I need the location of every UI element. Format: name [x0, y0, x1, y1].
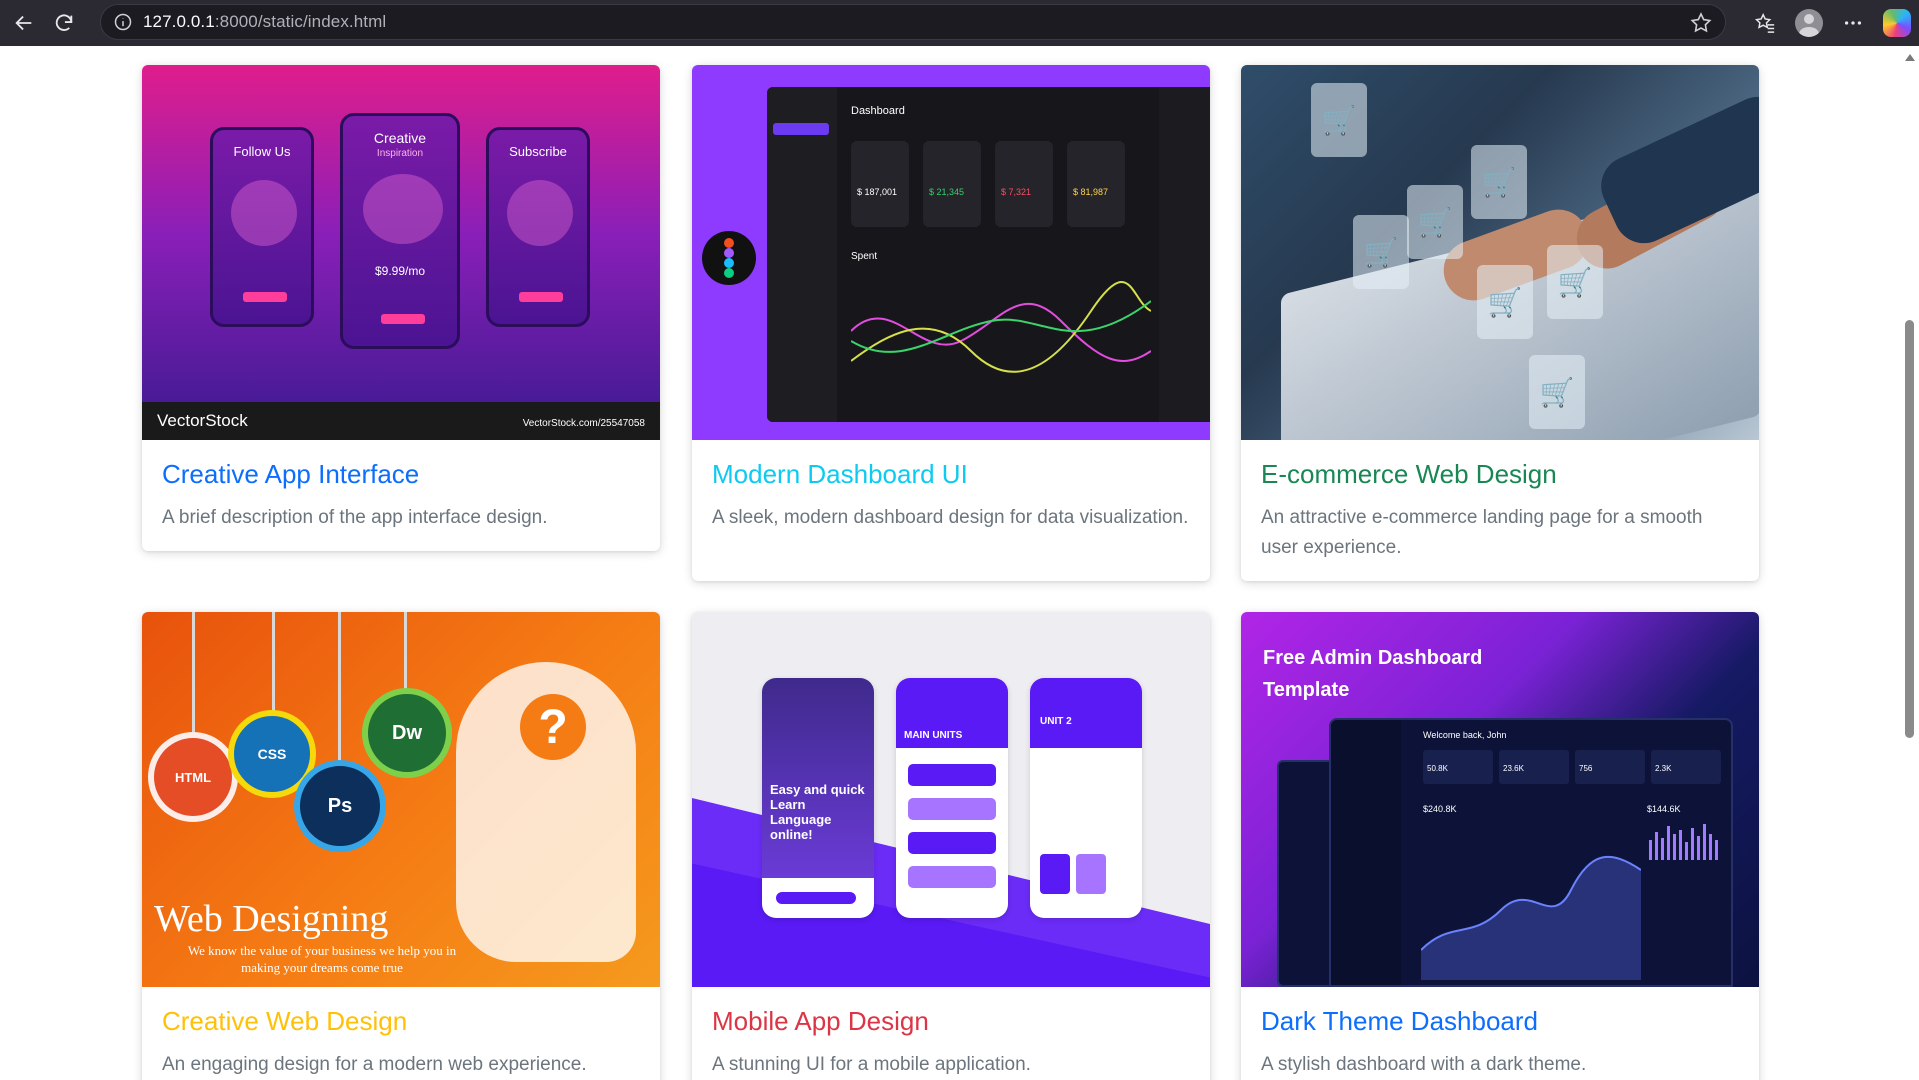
- bookmark-star-icon[interactable]: [1689, 11, 1713, 35]
- card-image: 🛒 🛒 🛒 🛒 🛒 🛒 🛒: [1241, 65, 1759, 440]
- card-e-commerce-web-design[interactable]: 🛒 🛒 🛒 🛒 🛒 🛒 🛒 E-commerce Web Design An a…: [1241, 65, 1759, 581]
- avatar: [1795, 9, 1823, 37]
- card-mobile-app-design[interactable]: Easy and quick Learn Language online! MA…: [692, 612, 1210, 1080]
- scroll-up-arrow-icon[interactable]: [1905, 54, 1915, 61]
- arrow-left-icon: [15, 15, 32, 31]
- card-dark-theme-dashboard[interactable]: Free Admin Dashboard Template Welcome ba…: [1241, 612, 1759, 1080]
- card-creative-web-design[interactable]: HTML CSS Ps Dw ? Web Designing We know t…: [142, 612, 660, 1080]
- shopping-cart-icon: 🛒: [1547, 245, 1603, 319]
- shopping-cart-icon: 🛒: [1407, 185, 1463, 259]
- card-description: An attractive e-commerce landing page fo…: [1261, 507, 1703, 558]
- card-description: An engaging design for a modern web expe…: [162, 1054, 587, 1075]
- browser-toolbar: 127.0.0.1:8000/static/index.html: [0, 0, 1919, 46]
- card-description: A stunning UI for a mobile application.: [712, 1054, 1031, 1075]
- card-title[interactable]: Dark Theme Dashboard: [1261, 1006, 1538, 1037]
- vertical-scrollbar[interactable]: [1900, 46, 1919, 1080]
- card-title[interactable]: Creative App Interface: [162, 459, 419, 490]
- card-image: Dashboard $ 187,001 $ 21,345 $ 7,321 $ 8…: [692, 65, 1210, 440]
- question-mark-icon: ?: [520, 694, 586, 760]
- copilot-icon: [1883, 9, 1911, 37]
- reload-button[interactable]: [44, 3, 84, 43]
- card-title[interactable]: E-commerce Web Design: [1261, 459, 1557, 490]
- back-button[interactable]: [4, 3, 44, 43]
- card-image: HTML CSS Ps Dw ? Web Designing We know t…: [142, 612, 660, 987]
- card-description: A sleek, modern dashboard design for dat…: [712, 507, 1189, 528]
- shopping-cart-icon: 🛒: [1477, 265, 1533, 339]
- card-creative-app-interface[interactable]: Follow Us Creative Inspiration $9.99/mo …: [142, 65, 660, 551]
- address-bar[interactable]: 127.0.0.1:8000/static/index.html: [100, 4, 1726, 40]
- card-description: A stylish dashboard with a dark theme.: [1261, 1054, 1587, 1075]
- shopping-cart-icon: 🛒: [1353, 215, 1409, 289]
- card-title[interactable]: Creative Web Design: [162, 1006, 407, 1037]
- url-text: 127.0.0.1:8000/static/index.html: [143, 12, 387, 31]
- card-image: Follow Us Creative Inspiration $9.99/mo …: [142, 65, 660, 440]
- shopping-cart-icon: 🛒: [1471, 145, 1527, 219]
- dreamweaver-badge-icon: Dw: [362, 688, 452, 778]
- figma-logo-icon: [702, 231, 756, 285]
- profile-button[interactable]: [1787, 1, 1831, 45]
- site-info-icon[interactable]: [111, 10, 135, 34]
- html5-badge-icon: HTML: [148, 732, 238, 822]
- shopping-cart-icon: 🛒: [1311, 83, 1367, 157]
- card-image: Free Admin Dashboard Template Welcome ba…: [1241, 612, 1759, 987]
- card-description: A brief description of the app interface…: [162, 507, 548, 528]
- card-image: Easy and quick Learn Language online! MA…: [692, 612, 1210, 987]
- card-title[interactable]: Mobile App Design: [712, 1006, 929, 1037]
- favorites-icon[interactable]: [1743, 1, 1787, 45]
- page-viewport: Follow Us Creative Inspiration $9.99/mo …: [6, 46, 1900, 1080]
- watermark: VectorStock: [157, 411, 248, 430]
- card-title[interactable]: Modern Dashboard UI: [712, 459, 968, 490]
- shopping-cart-icon: 🛒: [1529, 355, 1585, 429]
- card-modern-dashboard-ui[interactable]: Dashboard $ 187,001 $ 21,345 $ 7,321 $ 8…: [692, 65, 1210, 581]
- photoshop-badge-icon: Ps: [294, 760, 386, 852]
- more-menu-icon[interactable]: [1831, 1, 1875, 45]
- reload-icon: [55, 14, 73, 31]
- copilot-button[interactable]: [1875, 1, 1919, 45]
- scrollbar-thumb[interactable]: [1905, 320, 1914, 738]
